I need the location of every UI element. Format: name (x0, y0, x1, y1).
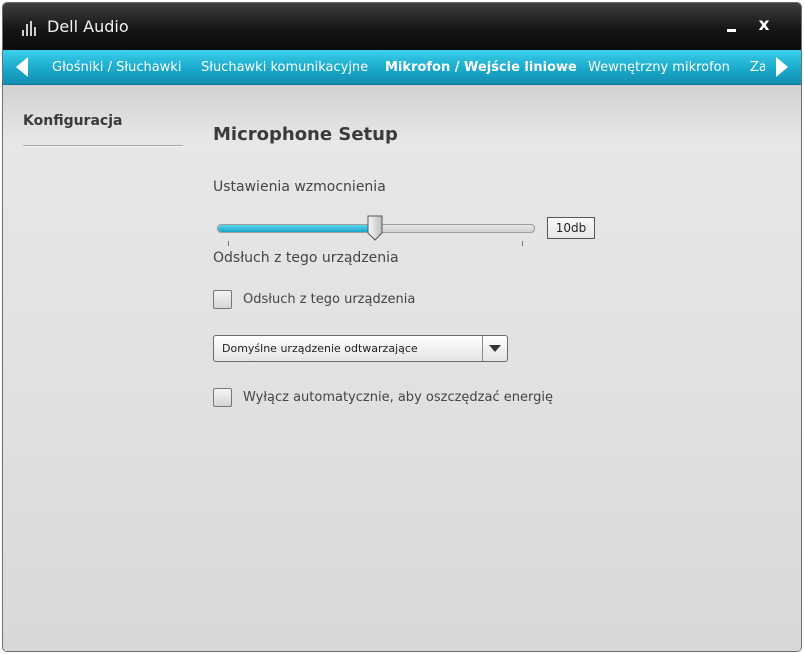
power-saving-checkbox-label[interactable]: Wyłącz automatycznie, aby oszczędzać ene… (243, 390, 553, 405)
monitoring-checkbox-label[interactable]: Odsłuch z tego urządzenia (243, 292, 415, 307)
arrow-right-icon (776, 57, 788, 77)
dropdown-divider (482, 336, 483, 361)
close-button[interactable]: x (751, 12, 777, 38)
tab-next-truncated[interactable]: Zaa (750, 60, 765, 75)
sidebar-item-configuration[interactable]: Konfiguracja (23, 113, 122, 129)
content-area: Konfiguracja Microphone Setup Ustawienia… (3, 85, 801, 651)
page-title: Microphone Setup (213, 124, 398, 145)
tab-internal-microphone[interactable]: Wewnętrzny mikrofon (588, 60, 730, 75)
sidebar-divider (23, 145, 183, 146)
title-bar[interactable]: Dell Audio x (3, 3, 801, 50)
gain-settings-label: Ustawienia wzmocnienia (213, 179, 386, 195)
tab-speakers-headphones[interactable]: Głośniki / Słuchawki (52, 60, 181, 75)
monitoring-checkbox[interactable] (213, 290, 232, 309)
minimize-button[interactable] (719, 13, 745, 39)
tab-scroll-left-button[interactable] (9, 50, 35, 84)
slider-tick-min (228, 241, 229, 246)
device-tab-bar: Głośniki / Słuchawki Słuchawki komunikac… (3, 50, 801, 85)
gain-value-display: 10db (547, 217, 595, 239)
chevron-down-icon (489, 345, 501, 352)
power-saving-checkbox[interactable] (213, 388, 232, 407)
arrow-left-icon (16, 57, 28, 77)
tab-microphone-line-in[interactable]: Mikrofon / Wejście liniowe (385, 60, 577, 75)
playback-device-selected: Domyślne urządzenie odtwarzające (222, 342, 418, 355)
tab-communication-headset[interactable]: Słuchawki komunikacyjne (201, 60, 368, 75)
monitoring-section-label: Odsłuch z tego urządzenia (213, 250, 399, 266)
tab-scroll-right-button[interactable] (769, 50, 795, 84)
tabs-viewport: Głośniki / Słuchawki Słuchawki komunikac… (37, 50, 765, 84)
equalizer-bars-icon (22, 21, 36, 36)
playback-device-select[interactable]: Domyślne urządzenie odtwarzające (213, 335, 508, 362)
slider-tick-max (522, 241, 523, 246)
window-title: Dell Audio (47, 17, 129, 36)
gain-slider-fill (218, 225, 376, 232)
gain-slider-thumb[interactable] (366, 215, 384, 241)
app-window: Dell Audio x Głośniki / Słuchawki Słucha… (2, 2, 802, 652)
